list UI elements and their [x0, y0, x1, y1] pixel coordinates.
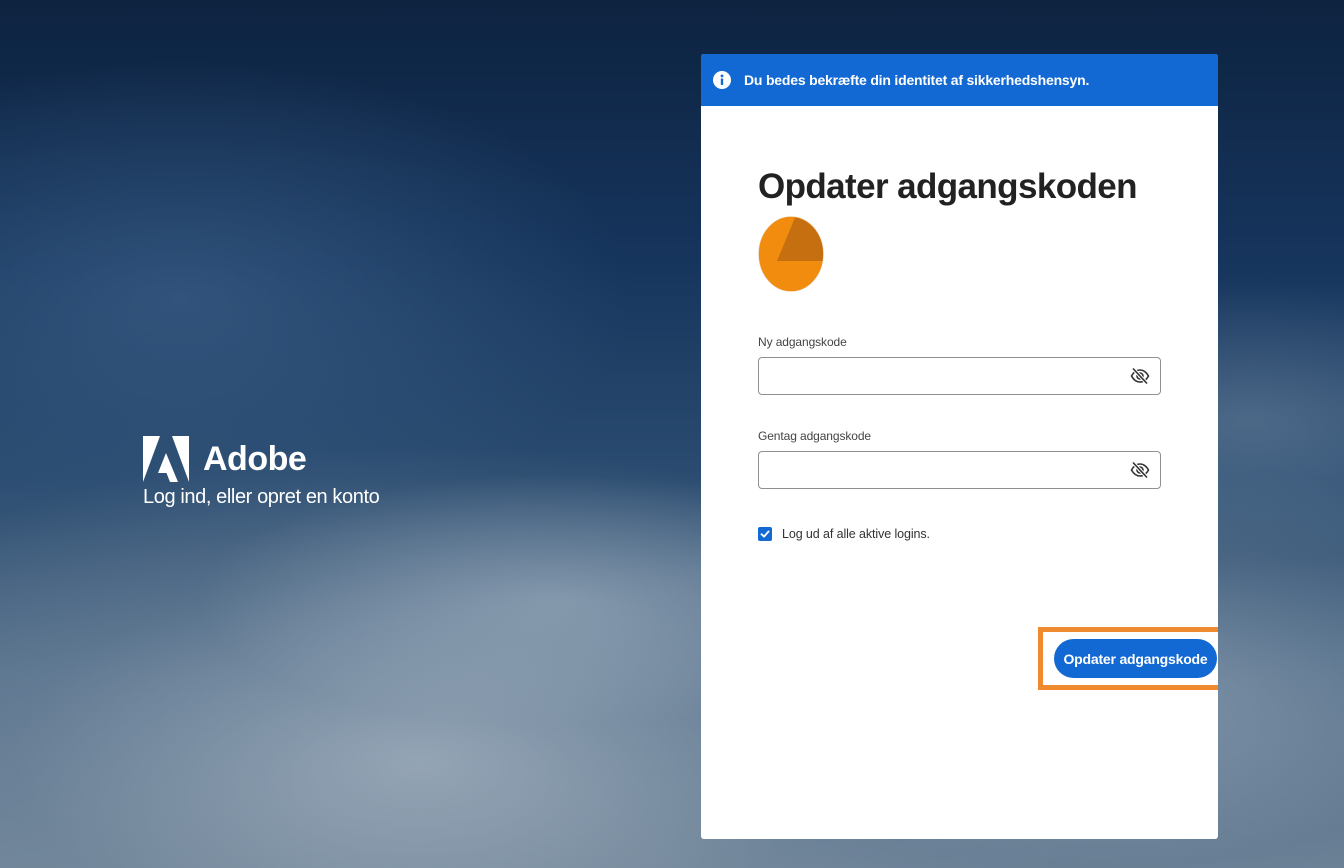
update-password-button[interactable]: Opdater adgangskode [1054, 639, 1217, 678]
new-password-field[interactable] [758, 357, 1161, 395]
brand-tagline: Log ind, eller opret en konto [143, 486, 380, 508]
avatar-icon [758, 216, 824, 292]
checkmark-icon [760, 530, 770, 538]
eye-slash-icon[interactable] [1130, 367, 1150, 385]
form: Opdater adgangskoden Ny adgangskode Gent… [758, 106, 1218, 690]
brand-block: Adobe Log ind, eller opret en konto [143, 436, 443, 510]
brand-name: Adobe [203, 440, 307, 478]
repeat-password-input[interactable] [759, 452, 1119, 488]
logout-all-checkbox[interactable] [758, 527, 772, 541]
new-password-input[interactable] [759, 358, 1119, 394]
banner-text: Du bedes bekræfte din identitet af sikke… [744, 72, 1090, 88]
password-update-card: Du bedes bekræfte din identitet af sikke… [701, 54, 1218, 839]
page-title: Opdater adgangskoden [758, 167, 1138, 206]
logout-all-row[interactable]: Log ud af alle aktive logins. [758, 524, 1161, 544]
new-password-label: Ny adgangskode [758, 335, 847, 349]
submit-highlight: Opdater adgangskode [1038, 627, 1218, 690]
info-icon [713, 71, 731, 89]
eye-slash-icon[interactable] [1130, 461, 1150, 479]
adobe-logo-icon [143, 436, 189, 482]
repeat-password-label: Gentag adgangskode [758, 429, 871, 443]
security-banner: Du bedes bekræfte din identitet af sikke… [701, 54, 1218, 106]
repeat-password-field[interactable] [758, 451, 1161, 489]
logout-all-label: Log ud af alle aktive logins. [782, 527, 930, 541]
